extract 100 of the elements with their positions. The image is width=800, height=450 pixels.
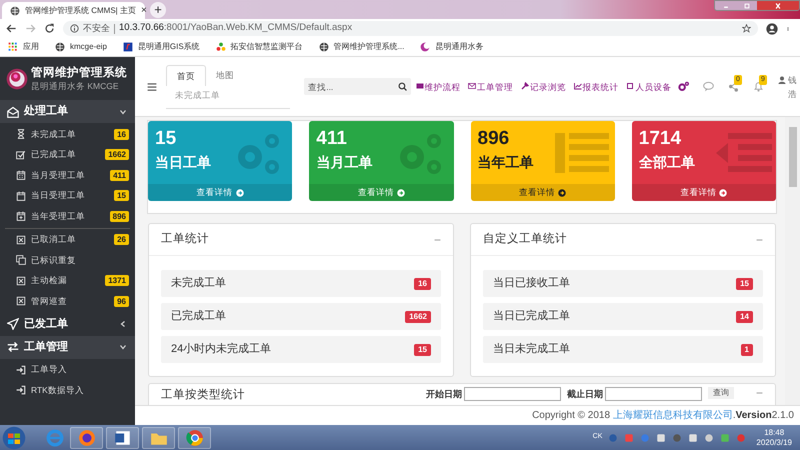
bookmark-link[interactable]: 管网维护管理系统... (318, 41, 404, 53)
stat-card[interactable]: 896 当年工单 查看详情 (470, 121, 615, 201)
stat-row[interactable]: 已完成工单 1662 (161, 303, 441, 330)
calendar-icon (16, 190, 26, 201)
security-label: 不安全 (83, 22, 110, 35)
browser-icon[interactable] (178, 426, 211, 448)
maximize-icon[interactable] (737, 1, 757, 10)
new-tab-button[interactable]: + (150, 2, 166, 18)
menu-icon[interactable] (147, 82, 157, 92)
sidebar-item[interactable]: 工单导入 (0, 360, 135, 380)
nav-link[interactable]: 工单管理 (468, 80, 516, 94)
sidebar-section[interactable]: 处理工单 (0, 100, 135, 123)
sidebar-item[interactable]: 已标识重复 (5, 250, 130, 270)
hourglass-icon (16, 129, 26, 140)
minimize-icon[interactable] (715, 1, 737, 10)
company-link[interactable]: 上海耀斑信息科技有限公司 (612, 410, 733, 421)
sidebar-item[interactable]: 已取消工单 26 (5, 230, 130, 250)
copy-icon (16, 255, 26, 266)
card-value: 896 (478, 127, 510, 151)
stat-card[interactable]: 15 当日工单 查看详情 (148, 121, 292, 201)
stat-row[interactable]: 当日已接收工单 15 (483, 270, 763, 297)
square-logo-icon (122, 42, 133, 52)
bookmark-link[interactable]: 应用 (8, 41, 39, 53)
count-badge: 15 (114, 190, 129, 202)
account-icon[interactable] (766, 22, 778, 34)
chevron-icon (119, 343, 127, 351)
details-link[interactable]: 查看详情 (358, 186, 394, 199)
chat-icon[interactable] (702, 81, 714, 92)
stat-card[interactable]: 1714 全部工单 查看详情 (632, 121, 776, 201)
copyright-text: Copyright © 2018 上海耀斑信息科技有限公司.Version2.1.0 (532, 408, 794, 423)
close-button[interactable]: × (140, 6, 147, 16)
close-icon[interactable] (757, 1, 799, 10)
gears-icon[interactable] (678, 81, 689, 92)
bookmark-link[interactable]: 昆明通用水务 (420, 41, 484, 53)
info-icon (70, 24, 79, 33)
sidebar-item[interactable]: RTK数据导入 (0, 380, 135, 400)
sidebar-item[interactable]: 当日受理工单 15 (0, 186, 135, 206)
url-text: 10.3.70.66:8001/YaoBan.Web.KM_CMMS/Default.aspx (119, 21, 354, 36)
count-badge: 26 (114, 234, 129, 246)
stat-row[interactable]: 未完成工单 16 (161, 270, 441, 297)
details-link[interactable]: 查看详情 (519, 186, 556, 199)
card-label: 全部工单 (638, 153, 696, 172)
nav-link[interactable]: 报表统计 (574, 80, 622, 94)
user-name[interactable]: 钱浩 (788, 72, 797, 100)
card-label: 当日工单 (155, 153, 212, 172)
page-tab[interactable]: 首页 (166, 65, 206, 86)
calendar-icon (16, 170, 26, 180)
stat-card[interactable]: 411 当月工单 查看详情 (309, 121, 454, 201)
scrollbar[interactable] (785, 117, 800, 405)
arrows-icon (7, 341, 19, 353)
user-icon[interactable] (778, 76, 786, 84)
stat-row[interactable]: 当日已完成工单 14 (483, 303, 763, 330)
address-field[interactable]: 不安全 10.3.70.66:8001/YaoBan.Web.KM_CMMS/Default.aspx (63, 21, 758, 36)
sidebar-item[interactable]: 已完成工单 1662 (0, 144, 135, 165)
clock[interactable]: 18:48 2020/3/19 (756, 428, 792, 448)
reload-icon[interactable] (44, 23, 55, 34)
start-button-icon[interactable] (2, 426, 26, 450)
count-badge: 16 (114, 128, 129, 140)
nav-link[interactable]: 记录浏览 (520, 80, 569, 94)
sidebar-item[interactable]: 主动检漏 1371 (5, 270, 130, 291)
sidebar-item[interactable]: 未完成工单 16 (0, 124, 135, 144)
panel-title: 工单统计 (161, 232, 209, 247)
browser-tab[interactable]: 管网维护管理系统 CMMS| 主页 × (2, 2, 145, 19)
chevron-icon (119, 320, 127, 328)
details-link[interactable]: 查看详情 (196, 186, 233, 199)
back-icon[interactable] (6, 23, 17, 34)
query-button[interactable]: 查询 (708, 387, 734, 399)
sidebar-section[interactable]: 工单管理 (0, 336, 135, 358)
nav-link[interactable]: 人员设备 (626, 80, 674, 94)
forward-icon[interactable] (25, 23, 36, 34)
bell-icon[interactable] (752, 81, 764, 92)
details-link[interactable]: 查看详情 (680, 186, 716, 199)
stat-row[interactable]: 当日未完成工单 1 (483, 336, 763, 363)
line-chart-icon (574, 82, 582, 90)
search-field[interactable]: 查找... (304, 78, 411, 95)
square-icon (626, 82, 634, 90)
bookmark-link[interactable]: kmcge-eip (55, 41, 107, 53)
sidebar-item[interactable]: 当年受理工单 896 (0, 206, 135, 226)
sidebar-section[interactable]: 已发工单 (0, 312, 135, 336)
field-label: 开始日期 (426, 388, 462, 401)
count-badge: 16 (414, 278, 431, 290)
calendar-plus-icon (16, 211, 26, 222)
sign-in-icon (16, 385, 26, 396)
stat-row[interactable]: 24小时内未完成工单 15 (161, 336, 441, 363)
date-field[interactable] (464, 387, 561, 401)
app-subtitle: 昆明通用水务 KMCGE (31, 80, 120, 92)
date-field[interactable] (604, 387, 702, 401)
bookmark-link[interactable]: 昆明通用GIS系统 (122, 41, 200, 53)
nav-link[interactable]: 维护流程 (416, 80, 464, 94)
page-tab[interactable]: 地图 (206, 65, 244, 86)
count-badge: 411 (110, 170, 129, 181)
sidebar-item[interactable]: 管网巡查 96 (5, 291, 130, 312)
card-value: 1714 (638, 127, 682, 151)
count-badge: 14 (736, 310, 753, 322)
arrow-circle-icon (236, 188, 244, 196)
rectangle-icon (416, 82, 424, 90)
panel-title: 工单按类型统计 (161, 388, 246, 403)
sidebar-item[interactable]: 当月受理工单 411 (0, 165, 135, 186)
bookmark-link[interactable]: 拓安信智慧监测平台 (216, 41, 303, 53)
star-icon[interactable] (742, 24, 751, 33)
